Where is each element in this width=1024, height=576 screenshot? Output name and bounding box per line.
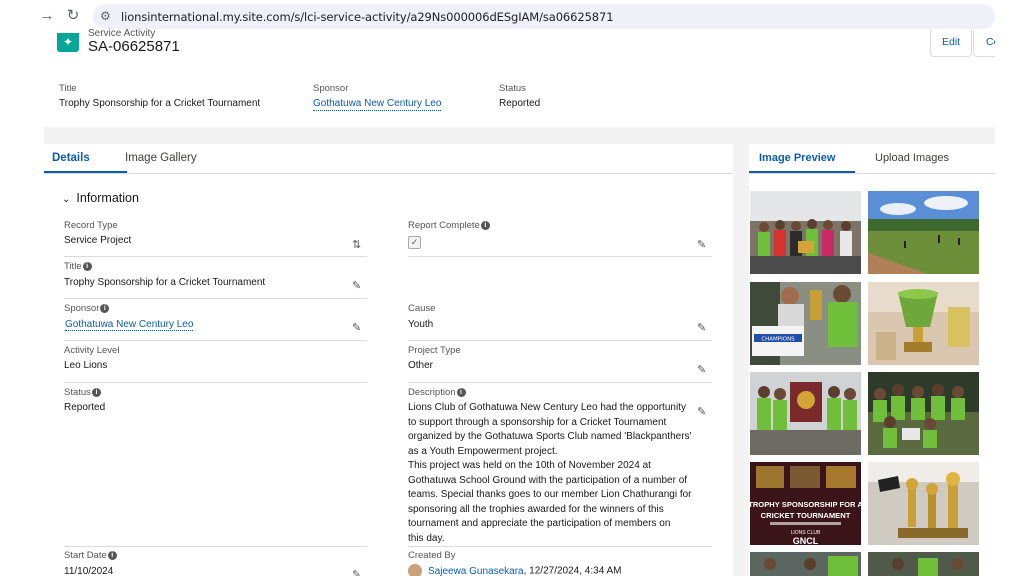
- info-icon[interactable]: i: [82, 261, 92, 271]
- description-line: sponsoring all the trophies awarded for …: [408, 503, 664, 515]
- gallery-image[interactable]: [868, 191, 979, 274]
- cause-label: Cause: [408, 303, 436, 314]
- record-header: ✦ Service Activity SA-06625871 Edit Co T…: [44, 28, 995, 127]
- created-by-link[interactable]: Sajeewa Gunasekara: [428, 565, 524, 576]
- thumb-title-line-2: CRICKET TOURNAMENT: [761, 511, 851, 520]
- avatar: [408, 564, 422, 576]
- highlight-sponsor-link[interactable]: Gothatuwa New Century Leo: [313, 98, 442, 111]
- chevron-down-icon: ⌄: [62, 194, 71, 205]
- report-complete-label: Report Complete i: [408, 220, 490, 231]
- tab-upload-images[interactable]: Upload Images: [875, 152, 949, 164]
- change-record-type-icon[interactable]: ⇅: [352, 238, 361, 251]
- gallery-image[interactable]: CHAMPIONS: [750, 282, 861, 365]
- address-bar[interactable]: ⚙ lionsinternational.my.site.com/s/lci-s…: [93, 4, 995, 29]
- section-information-toggle[interactable]: ⌄ Information: [62, 191, 139, 205]
- info-icon[interactable]: i: [107, 550, 117, 560]
- gallery-image[interactable]: [750, 552, 861, 576]
- info-icon[interactable]: i: [480, 220, 490, 230]
- url-text: lionsinternational.my.site.com/s/lci-ser…: [121, 10, 614, 24]
- description-line: teams. Special thanks goes to our member…: [408, 489, 692, 500]
- record-type-value: Service Project: [64, 235, 132, 246]
- highlight-sponsor-label: Sponsor: [313, 83, 349, 94]
- image-panel: Image Preview Upload Images CHAMPIONS TR…: [749, 144, 995, 576]
- description-label: Description i: [408, 387, 466, 398]
- created-by-value: Sajeewa Gunasekara, 12/27/2024, 4:34 AM: [408, 564, 621, 576]
- gallery-image[interactable]: [750, 191, 861, 274]
- description-line: Lions Club of Gothatuwa New Century Leo …: [408, 402, 686, 413]
- tab-image-preview[interactable]: Image Preview: [759, 152, 835, 164]
- highlight-title-value: Trophy Sponsorship for a Cricket Tournam…: [59, 98, 261, 109]
- clone-button[interactable]: Co: [973, 30, 995, 57]
- gallery-image[interactable]: [868, 462, 979, 545]
- start-date-value: 11/10/2024: [64, 566, 114, 576]
- description-line: tournament and appreciate the participat…: [408, 518, 671, 529]
- tab-divider: [44, 173, 733, 174]
- edit-pencil-icon[interactable]: ✎: [697, 405, 706, 418]
- title-value: Trophy Sponsorship for a Cricket Tournam…: [64, 277, 266, 288]
- edit-pencil-icon[interactable]: ✎: [697, 363, 706, 376]
- info-icon[interactable]: i: [100, 303, 110, 313]
- description-line: Gothatuwa School Ground with the partici…: [408, 474, 688, 486]
- gallery-image[interactable]: [750, 372, 861, 455]
- tab-image-gallery[interactable]: Image Gallery: [125, 152, 197, 164]
- description-line: organized by the Gothatuwa Sports Club n…: [408, 431, 692, 442]
- site-settings-icon[interactable]: ⚙: [100, 9, 111, 23]
- gallery-image[interactable]: [868, 282, 979, 365]
- info-icon[interactable]: i: [91, 387, 101, 397]
- edit-pencil-icon[interactable]: ✎: [697, 238, 706, 251]
- thumb-title-line-1: TROPHY SPONSORSHIP FOR A: [750, 500, 861, 509]
- thumb-banner-text: CHAMPIONS: [761, 337, 795, 343]
- created-by-date: , 12/27/2024, 4:34 AM: [523, 565, 622, 576]
- description-line: This project was held on the 10th of Nov…: [408, 460, 651, 471]
- tab-divider: [749, 173, 995, 174]
- gallery-image[interactable]: [868, 372, 979, 455]
- activity-level-value: Leo Lions: [64, 360, 108, 371]
- reload-icon[interactable]: ↻: [64, 7, 82, 25]
- edit-pencil-icon[interactable]: ✎: [352, 568, 361, 576]
- project-type-value: Other: [408, 360, 434, 371]
- thumb-club-abbr: GNCL: [793, 536, 819, 545]
- report-complete-checkbox[interactable]: ✓: [408, 236, 421, 249]
- highlight-status-label: Status: [499, 83, 526, 94]
- activity-level-label: Activity Level: [64, 345, 120, 356]
- highlight-title-label: Title: [59, 83, 77, 94]
- description-value: Lions Club of Gothatuwa New Century Leo …: [408, 401, 698, 546]
- sponsor-link[interactable]: Gothatuwa New Century Leo: [65, 319, 194, 331]
- project-type-label: Project Type: [408, 345, 461, 356]
- description-line: this day.: [408, 532, 445, 544]
- description-line: as a Youth Empowerment project.: [408, 445, 558, 457]
- gallery-image[interactable]: [868, 552, 979, 576]
- record-type-label: Record Type: [64, 220, 118, 231]
- highlight-status-value: Reported: [499, 98, 541, 109]
- service-activity-icon: ✦: [57, 33, 79, 52]
- created-by-label: Created By: [408, 550, 456, 561]
- edit-pencil-icon[interactable]: ✎: [352, 321, 361, 334]
- arrow-left-icon[interactable]: →: [38, 7, 56, 25]
- edit-button[interactable]: Edit: [930, 30, 973, 57]
- gallery-image[interactable]: TROPHY SPONSORSHIP FOR A CRICKET TOURNAM…: [750, 462, 861, 545]
- edit-pencil-icon[interactable]: ✎: [352, 279, 361, 292]
- title-label: Title i: [64, 261, 92, 272]
- sponsor-label: Sponsor i: [64, 303, 110, 314]
- tab-details[interactable]: Details: [52, 152, 90, 164]
- status-value: Reported: [64, 402, 106, 413]
- edit-pencil-icon[interactable]: ✎: [697, 321, 706, 334]
- details-panel: Details Image Gallery ⌄ Information Recor…: [44, 144, 733, 576]
- description-line: to support through a sponsorship for a C…: [408, 416, 667, 428]
- start-date-label: Start Date i: [64, 550, 117, 561]
- record-name: SA-06625871: [88, 38, 180, 55]
- section-title: Information: [76, 191, 139, 205]
- status-label: Status i: [64, 387, 101, 398]
- info-icon[interactable]: i: [456, 387, 466, 397]
- cause-value: Youth: [408, 319, 434, 330]
